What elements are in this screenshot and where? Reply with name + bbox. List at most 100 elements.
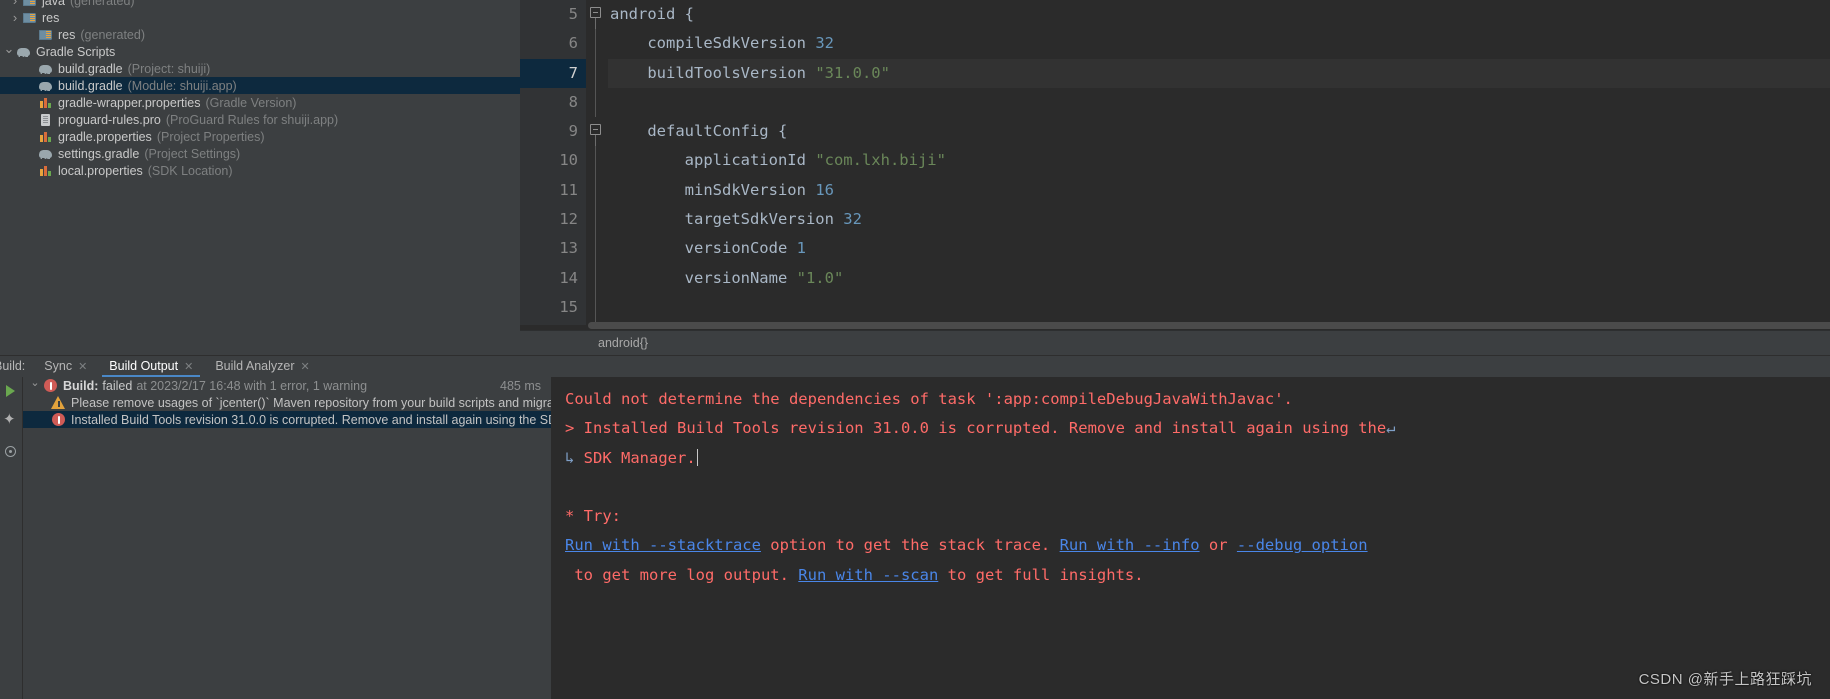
console-line: to get more log output. Run with --scan … [565, 561, 1830, 590]
editor-horizontal-scrollbar[interactable] [588, 322, 1830, 329]
file-icon [38, 112, 54, 127]
code-token: "31.0.0" [815, 63, 890, 82]
code-line[interactable]: 9 defaultConfig { [520, 117, 1830, 148]
code-text: targetSdkVersion 32 [608, 205, 1830, 234]
fold-guide [586, 234, 608, 264]
code-editor[interactable]: 5 android {6 compileSdkVersion 32 7 buildT… [520, 0, 1830, 355]
tree-item-label: build.gradle [58, 78, 123, 93]
project-tree-row[interactable]: res (generated) [0, 26, 520, 43]
project-tree-row[interactable]: gradle.properties (Project Properties) [0, 128, 520, 145]
gradle-icon [38, 78, 54, 93]
run-icon[interactable] [3, 383, 19, 399]
code-token: minSdkVersion [610, 180, 816, 199]
code-text: versionName "1.0" [608, 264, 1830, 293]
fold-marker-icon[interactable] [586, 117, 608, 148]
tree-item-label: res [42, 10, 60, 25]
build-output-tree[interactable]: Build: failed at 2023/2/17 16:48 with 1 … [23, 377, 551, 699]
code-line[interactable]: 7 buildToolsVersion "31.0.0" [520, 58, 1830, 88]
tab-sync[interactable]: Sync ✕ [33, 359, 98, 377]
fold-marker-icon[interactable] [586, 0, 608, 30]
project-tree-row[interactable]: build.gradle (Project: shuiji) [0, 60, 520, 77]
code-text: minSdkVersion 16 [608, 176, 1830, 205]
tab-label: Sync [44, 359, 73, 373]
line-number: 10 [559, 151, 578, 170]
chevron-right-icon[interactable] [8, 0, 22, 7]
project-tree-row[interactable]: local.properties (SDK Location) [0, 162, 520, 179]
tree-item-label: gradle.properties [58, 129, 152, 144]
code-line[interactable]: 12 targetSdkVersion 32 [520, 205, 1830, 235]
project-tree-row[interactable]: Gradle Scripts [0, 43, 520, 60]
code-text: android { [608, 0, 1830, 29]
close-icon[interactable]: ✕ [301, 360, 310, 373]
code-token: defaultConfig [610, 122, 778, 141]
console-line: > Installed Build Tools revision 31.0.0 … [565, 414, 1830, 443]
java-folder-icon [22, 0, 38, 8]
project-tree-row[interactable]: java (generated) [0, 0, 520, 9]
code-line[interactable]: 11 minSdkVersion 16 [520, 175, 1830, 206]
fold-guide [586, 175, 608, 206]
line-number: 11 [559, 180, 578, 199]
console-link[interactable]: Run with --stacktrace [565, 536, 761, 554]
project-tree-row[interactable]: res [0, 9, 520, 26]
tree-item-sublabel: (ProGuard Rules for shuiji.app) [165, 112, 339, 127]
editor-code-area[interactable]: 5 android {6 compileSdkVersion 32 7 buildT… [520, 0, 1830, 355]
build-body: Build: failed at 2023/2/17 16:48 with 1 … [0, 377, 1830, 699]
code-line[interactable]: 10 applicationId "com.lxh.biji" [520, 146, 1830, 176]
tree-item-label: settings.gradle [58, 146, 140, 161]
console-text: to get more log output. [565, 565, 799, 584]
build-tree-root-row[interactable]: Build: failed at 2023/2/17 16:48 with 1 … [23, 377, 551, 394]
close-icon[interactable]: ✕ [78, 360, 87, 373]
console-text: to get full insights. [938, 565, 1144, 584]
code-line[interactable]: 8 [520, 87, 1830, 118]
code-line[interactable]: 13 versionCode 1 [520, 234, 1830, 264]
tab-label: Build Analyzer [215, 359, 295, 373]
code-line[interactable]: 14 versionName "1.0" [520, 263, 1830, 293]
console-link[interactable]: --debug option [1237, 536, 1368, 554]
code-line[interactable]: 15 [520, 292, 1830, 323]
chevron-right-icon[interactable] [8, 11, 22, 24]
build-tabbar: Build: Sync ✕ Build Output ✕ Build Analyzer ✕ [0, 355, 1830, 377]
build-console[interactable]: Could not determine the dependencies of … [551, 377, 1830, 699]
console-line: ↳ SDK Manager. [565, 444, 1830, 473]
project-tree-row[interactable]: build.gradle (Module: shuiji.app) [0, 77, 520, 94]
tree-item-label: Gradle Scripts [36, 44, 116, 59]
chevron-down-icon[interactable] [27, 379, 43, 392]
android-studio-window: java (generated) res res (generated) Gradle S… [0, 0, 1830, 699]
line-number: 13 [559, 239, 578, 258]
fold-guide [586, 58, 608, 88]
line-number: 9 [568, 122, 578, 141]
code-line[interactable]: 6 compileSdkVersion 32 [520, 29, 1830, 59]
tab-build-analyzer[interactable]: Build Analyzer ✕ [204, 359, 320, 377]
build-tree-row[interactable]: Installed Build Tools revision 31.0.0 is… [23, 411, 551, 428]
chevron-down-icon[interactable] [2, 45, 16, 58]
project-tree-row[interactable]: proguard-rules.pro (ProGuard Rules for sh… [0, 111, 520, 128]
build-root-status: failed [102, 378, 133, 393]
star-icon[interactable] [3, 410, 19, 429]
gradle-icon [38, 146, 54, 161]
code-line[interactable]: 5 android { [520, 0, 1830, 30]
tab-build-output[interactable]: Build Output ✕ [98, 359, 204, 377]
top-area: java (generated) res res (generated) Gradle S… [0, 0, 1830, 355]
build-tree-row[interactable]: Please remove usages of `jcenter()` Mave… [23, 394, 551, 411]
build-root-detail: at 2023/2/17 16:48 with 1 error, 1 warni… [136, 378, 368, 393]
console-line: Run with --stacktrace option to get the … [565, 531, 1830, 560]
console-link[interactable]: Run with --info [1060, 536, 1200, 554]
project-tree-row[interactable]: settings.gradle (Project Settings) [0, 145, 520, 162]
fold-guide [586, 263, 608, 293]
eye-icon[interactable] [3, 443, 19, 459]
line-number: 14 [559, 268, 578, 287]
tree-item-sublabel: (generated) [69, 0, 135, 8]
wrap-arrow-icon: ↵ [1386, 419, 1396, 438]
fold-guide [586, 205, 608, 235]
code-token: compileSdkVersion [610, 34, 816, 53]
close-icon[interactable]: ✕ [184, 360, 193, 373]
tree-item-label: gradle-wrapper.properties [58, 95, 201, 110]
code-token: versionCode [610, 239, 797, 258]
properties-icon [38, 95, 54, 110]
properties-icon [38, 129, 54, 144]
code-text: versionCode 1 [608, 234, 1830, 263]
project-tree-panel[interactable]: java (generated) res res (generated) Gradle S… [0, 0, 520, 355]
console-link[interactable]: Run with --scan [798, 566, 938, 584]
project-tree-row[interactable]: gradle-wrapper.properties (Gradle Version… [0, 94, 520, 111]
